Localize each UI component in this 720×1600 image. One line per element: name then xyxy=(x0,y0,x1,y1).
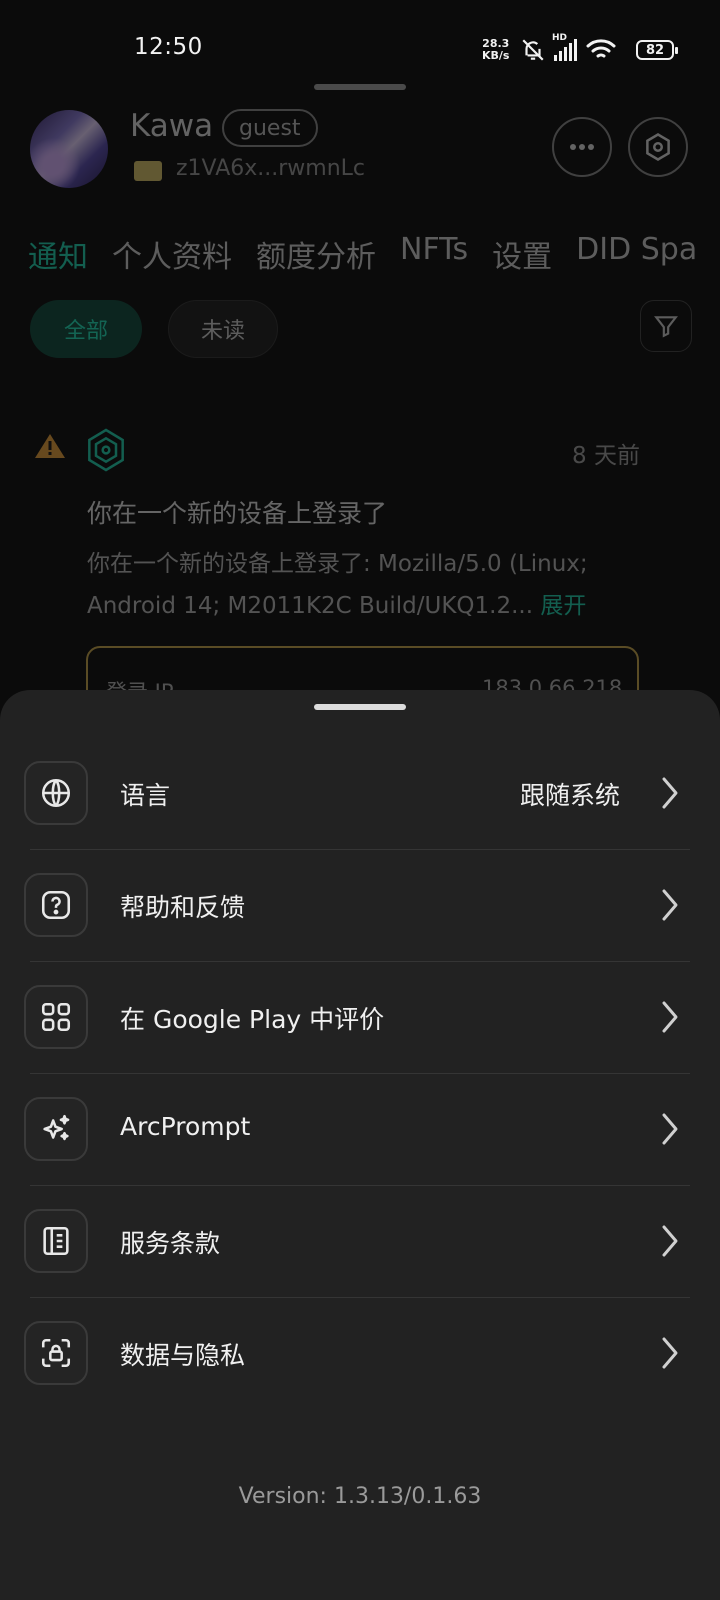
chevron-right-icon xyxy=(662,1337,678,1369)
sheet-item-label: 语言 xyxy=(120,781,171,810)
lock-scan-icon xyxy=(41,1338,71,1368)
sparkle-icon xyxy=(43,1114,70,1141)
sheet-item-label: 数据与隐私 xyxy=(120,1341,246,1370)
sheet-item-label: 服务条款 xyxy=(120,1229,221,1258)
wifi-icon xyxy=(586,39,616,58)
notification-time: 8 天前 xyxy=(572,443,640,469)
sheet-item-help-feedback[interactable]: 帮助和反馈 xyxy=(0,850,720,962)
chevron-right-icon xyxy=(662,1113,678,1145)
profile-name: Kawa xyxy=(130,108,214,144)
filter-unread-chip[interactable]: 未读 xyxy=(168,300,278,358)
status-time: 12:50 xyxy=(134,34,203,60)
tab-settings[interactable]: 设置 xyxy=(492,232,552,276)
guest-badge: guest xyxy=(222,109,318,147)
wallet-icon xyxy=(134,161,162,181)
help-icon xyxy=(41,890,71,920)
chevron-right-icon xyxy=(662,1225,678,1257)
tab-notifications[interactable]: 通知 xyxy=(28,232,88,276)
wallet-address[interactable]: z1VA6x...rwmnLc xyxy=(176,156,365,181)
sheet-drag-handle[interactable] xyxy=(314,704,406,710)
expand-link[interactable]: 展开 xyxy=(540,593,586,619)
apps-grid-icon xyxy=(41,1002,71,1032)
more-dots-icon xyxy=(570,144,594,150)
language-value: 跟随系统 xyxy=(519,781,620,810)
globe-icon xyxy=(41,778,71,808)
network-speed: 28.3 KB/s xyxy=(482,37,510,62)
sheet-item-language[interactable]: 语言 跟随系统 xyxy=(0,738,720,850)
more-button[interactable] xyxy=(552,117,612,177)
notification-body: 你在一个新的设备上登录了: Mozilla/5.0 (Linux; Androi… xyxy=(87,551,588,619)
chevron-right-icon xyxy=(662,777,678,809)
tab-bar: 通知 个人资料 额度分析 NFTs 设置 DID Spa xyxy=(28,232,697,276)
battery-indicator: 82 xyxy=(636,40,678,60)
chevron-right-icon xyxy=(662,889,678,921)
top-drag-handle[interactable] xyxy=(314,84,406,90)
filter-all-chip[interactable]: 全部 xyxy=(30,300,142,358)
app-version: Version: 1.3.13/0.1.63 xyxy=(238,1484,482,1509)
sheet-item-label: 在 Google Play 中评价 xyxy=(120,1005,385,1034)
avatar[interactable] xyxy=(30,110,108,188)
notification-title: 你在一个新的设备上登录了 xyxy=(87,499,388,528)
filter-button[interactable] xyxy=(640,300,692,352)
tab-quota-analysis[interactable]: 额度分析 xyxy=(256,232,376,276)
warning-icon xyxy=(35,434,65,458)
sheet-item-terms-of-service[interactable]: 服务条款 xyxy=(0,1186,720,1298)
sheet-item-arcprompt[interactable]: ArcPrompt xyxy=(0,1074,720,1186)
document-icon xyxy=(43,1226,69,1256)
sheet-item-label: ArcPrompt xyxy=(120,1112,251,1141)
hexagon-gear-icon xyxy=(646,133,670,161)
settings-button[interactable] xyxy=(628,117,688,177)
filter-funnel-icon xyxy=(654,316,678,338)
status-bar: 12:50 28.3 KB/s HD 82 xyxy=(0,0,720,96)
tab-nfts[interactable]: NFTs xyxy=(400,232,468,276)
signal-icon: HD xyxy=(552,33,577,61)
status-icons: HD xyxy=(520,33,617,64)
chevron-right-icon xyxy=(662,1001,678,1033)
sheet-item-label: 帮助和反馈 xyxy=(120,893,246,922)
sheet-item-rate-google-play[interactable]: 在 Google Play 中评价 xyxy=(0,962,720,1074)
sheet-item-data-privacy[interactable]: 数据与隐私 xyxy=(0,1298,720,1410)
bell-off-icon xyxy=(522,39,544,61)
tab-profile[interactable]: 个人资料 xyxy=(112,232,232,276)
app-logo-icon xyxy=(88,428,124,472)
tab-did-space[interactable]: DID Spa xyxy=(576,232,697,276)
